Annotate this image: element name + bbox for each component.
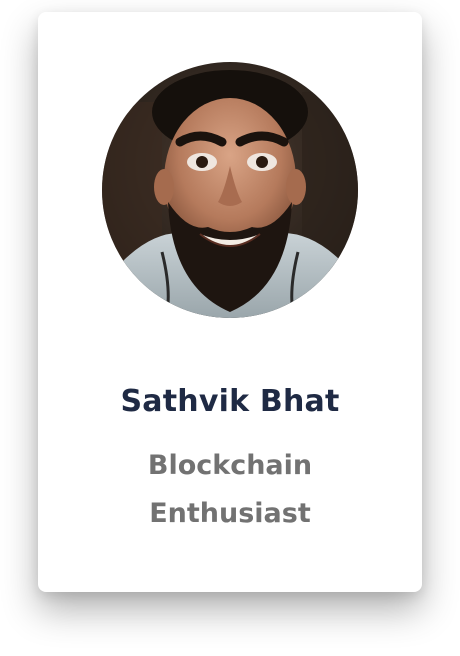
avatar-illustration xyxy=(102,62,358,318)
profile-card: Sathvik Bhat Blockchain Enthusiast xyxy=(38,12,422,592)
profile-name: Sathvik Bhat xyxy=(120,384,340,419)
page: Sathvik Bhat Blockchain Enthusiast xyxy=(0,0,460,656)
profile-title: Blockchain Enthusiast xyxy=(147,450,313,529)
profile-avatar xyxy=(102,62,358,318)
